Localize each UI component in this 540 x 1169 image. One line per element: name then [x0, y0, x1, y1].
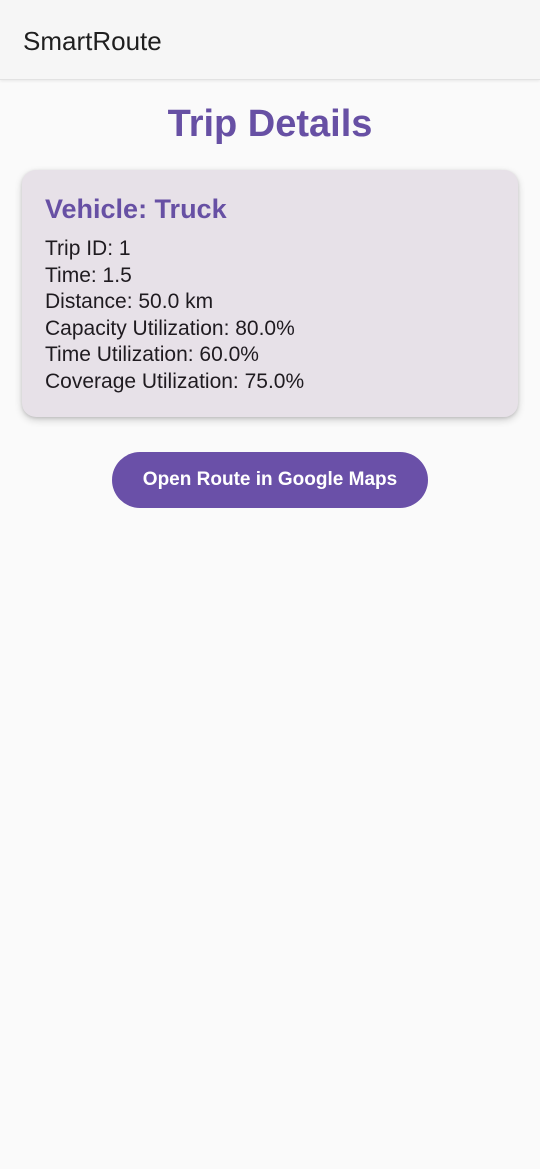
vehicle-heading: Vehicle: Truck [45, 194, 227, 224]
distance-text: Distance: 50.0 km [45, 290, 214, 314]
coverage-utilization-text: Coverage Utilization: 75.0% [45, 369, 305, 393]
trip-id-text: Trip ID: 1 [45, 237, 131, 260]
trip-detail-list: Trip ID: 1 Time: 1.5 Distance: 50.0 km C… [45, 236, 304, 396]
capacity-utilization-text: Capacity Utilization: 80.0% [45, 316, 295, 340]
time-utilization-text: Time Utilization: 60.0% [45, 343, 259, 367]
page-title: Trip Details [167, 103, 373, 145]
app-bar: SmartRoute [0, 0, 540, 80]
app-title: SmartRoute [23, 26, 162, 56]
trip-card: Vehicle: Truck Trip ID: 1 Time: 1.5 Dist… [22, 170, 518, 417]
time-text: Time: 1.5 [45, 263, 132, 287]
open-route-button[interactable]: Open Route in Google Maps [112, 452, 428, 508]
